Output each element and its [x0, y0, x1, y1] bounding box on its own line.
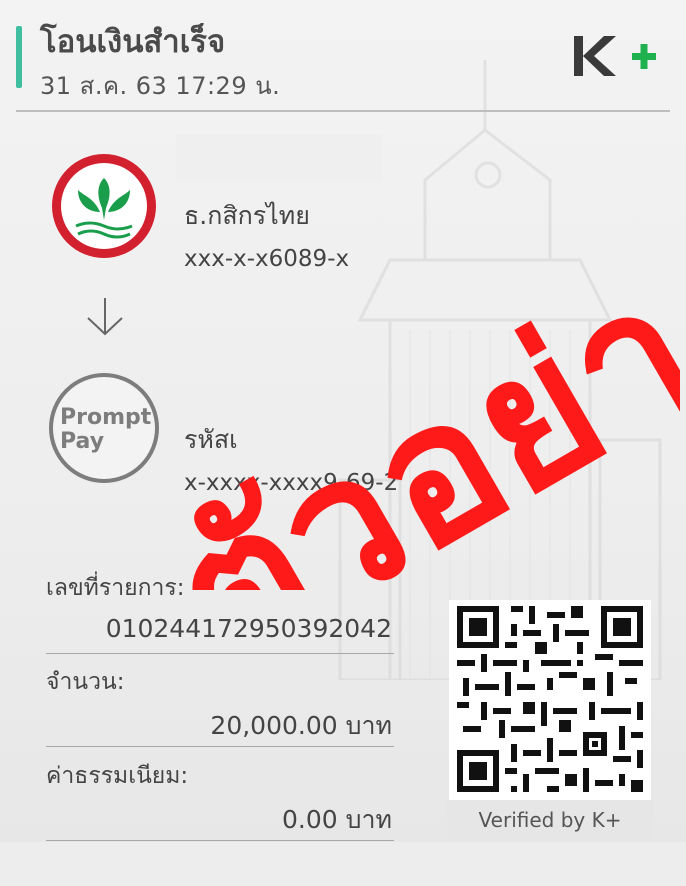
fee-value: 0.00 บาท [282, 805, 392, 834]
reference-label: เลขที่รายการ: [46, 575, 185, 601]
amount-value: 20,000.00 บาท [210, 711, 392, 740]
sender-bank-name: ธ.กสิกรไทย [184, 201, 310, 230]
promptpay-text-2: Pay [60, 429, 104, 454]
verified-label: Verified by K+ [447, 800, 653, 840]
kplus-logo-icon [574, 36, 656, 76]
fee-label: ค่าธรรมเนียม: [46, 763, 189, 789]
slip-header: โอนเงินสำเร็จ 31 ส.ค. 63 17:29 น. [0, 0, 686, 112]
reference-value: 010244172950392042 [105, 614, 392, 643]
transaction-datetime: 31 ส.ค. 63 17:29 น. [40, 72, 281, 100]
qr-code-icon [457, 606, 643, 792]
accent-bar [16, 26, 22, 88]
arrow-down-icon [87, 298, 123, 336]
receiver-label: รหัสเ [184, 425, 238, 454]
transfer-slip: โอนเงินสำเร็จ 31 ส.ค. 63 17:29 น. ธ.กสิก… [0, 0, 686, 886]
kasikorn-bank-logo-icon [52, 154, 156, 258]
sender-account-number: xxx-x-x6089-x [184, 246, 350, 272]
divider [46, 653, 394, 654]
promptpay-text-1: Prompt [60, 405, 152, 430]
receiver-account-number: x-xxxx-xxxx9-69-2 [184, 470, 399, 496]
redacted-sender-name [176, 135, 382, 181]
header-divider [16, 110, 670, 112]
divider [46, 840, 394, 841]
promptpay-logo-icon: Prompt Pay [49, 373, 159, 483]
amount-label: จำนวน: [46, 669, 125, 695]
page-title: โอนเงินสำเร็จ [40, 24, 226, 60]
divider [46, 746, 394, 747]
bottom-strip [0, 842, 686, 886]
qr-code [449, 600, 651, 800]
